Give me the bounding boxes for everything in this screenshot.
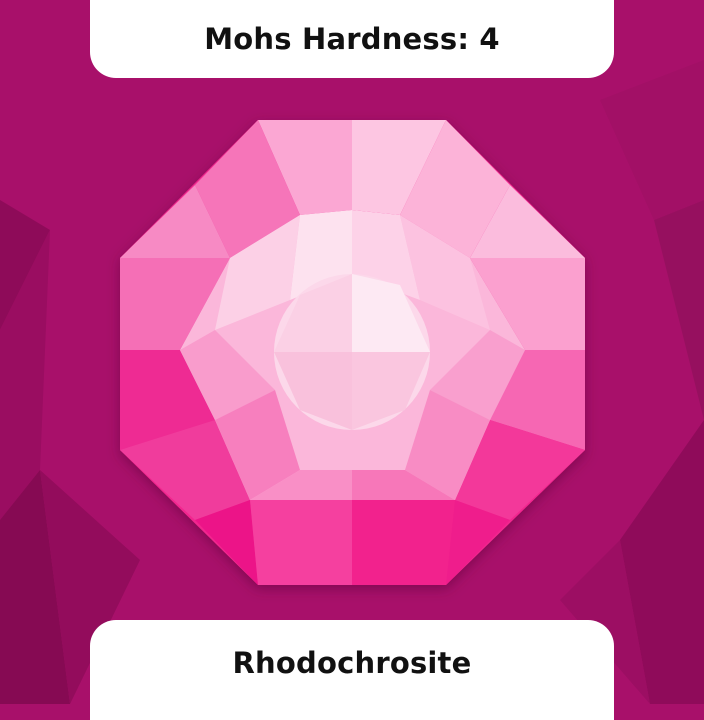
mineral-name: Rhodochrosite <box>232 646 472 680</box>
hardness-label: Mohs Hardness: 4 <box>204 22 500 56</box>
gem-icon <box>120 120 585 585</box>
hardness-card: Mohs Hardness: 4 <box>90 0 614 78</box>
mineral-name-card: Rhodochrosite <box>90 620 614 720</box>
